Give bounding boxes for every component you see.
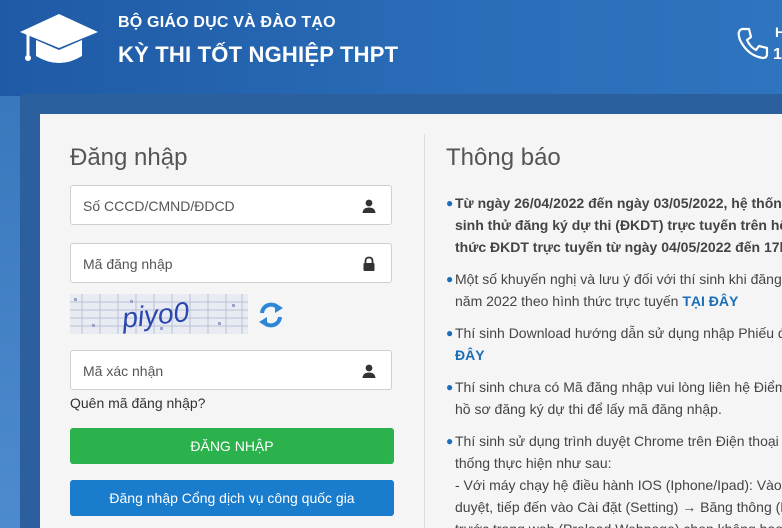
login-code-field[interactable] [70,243,392,284]
bullet-icon: ● [446,326,454,340]
ministry-name: BỘ GIÁO DỤC VÀ ĐÀO TẠO [118,14,336,31]
bullet-icon: ● [446,272,454,286]
bullet-icon: ● [446,380,454,394]
notice-item: ● Một số khuyến nghị và lưu ý đối với th… [446,268,782,312]
verify-code-input[interactable] [81,351,355,391]
login-title: Đăng nhập [70,144,188,171]
notice-item: ● Thí sinh sử dụng trình duyệt Chrome tr… [446,430,782,528]
refresh-captcha-icon[interactable] [256,300,286,330]
verify-code-field[interactable] [70,350,392,391]
bullet-icon: ● [446,434,454,448]
column-divider [424,134,425,528]
notice-item: ● Thí sinh chưa có Mã đăng nhập vui lòng… [446,376,782,420]
site-header: BỘ GIÁO DỤC VÀ ĐÀO TẠO KỲ THI TỐT NGHIỆP… [0,0,782,100]
hotline-number: 1 [773,46,782,63]
id-number-input[interactable] [81,186,355,226]
forgot-code-link[interactable]: Quên mã đăng nhập? [70,395,205,411]
notice-link-download[interactable]: ĐÂY [455,347,485,363]
user-icon [362,364,376,378]
national-portal-login-button[interactable]: Đăng nhập Cổng dịch vụ công quốc gia [70,480,394,516]
login-button[interactable]: ĐĂNG NHẬP [70,428,394,464]
notice-list: ● Từ ngày 26/04/2022 đến ngày 03/05/2022… [446,192,782,528]
graduation-cap-icon [20,14,98,63]
notice-item: ● Thí sinh Download hướng dẫn sử dụng nh… [446,322,782,366]
notice-item: ● Từ ngày 26/04/2022 đến ngày 03/05/2022… [446,192,782,258]
notice-link-here[interactable]: TẠI ĐÂY [682,293,738,309]
login-code-input[interactable] [81,244,355,284]
bullet-icon: ● [446,196,454,210]
id-number-field[interactable] [70,185,392,226]
lock-icon [363,256,375,271]
exam-title: KỲ THI TỐT NGHIỆP THPT [118,42,399,67]
hotline-label: H [775,24,782,40]
notice-title: Thông báo [446,144,561,171]
captcha-image: piyo0 [70,294,248,334]
user-icon [362,199,376,213]
phone-icon [737,27,769,60]
